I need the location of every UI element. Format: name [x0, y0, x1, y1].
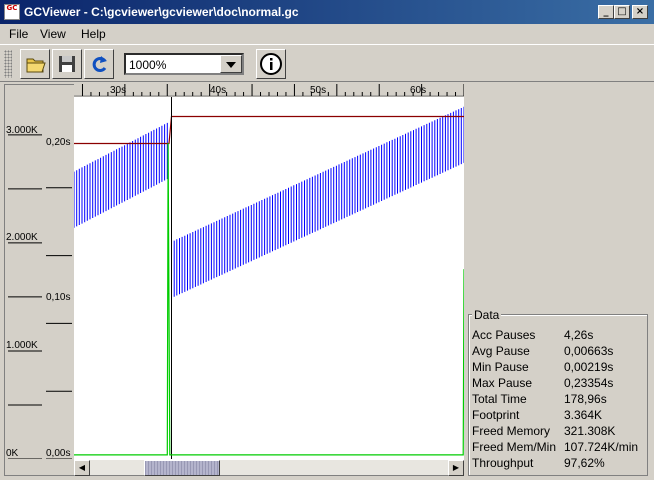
data-row: Freed Memory 321.308K [472, 424, 648, 440]
window-title: GCViewer - C:\gcviewer\gcviewer\doc\norm… [24, 5, 299, 19]
data-panel: Data Acc Pauses 4,26s Avg Pause 0,00663s Min… [468, 308, 648, 476]
toolbar: 1000% [0, 44, 654, 82]
memory-tick-label: 2.000K [6, 232, 38, 243]
pause-tick-label: 0,10s [46, 292, 71, 303]
data-row-key: Throughput [472, 456, 534, 470]
app-icon: GC [4, 4, 20, 20]
minimize-button[interactable]: _ [598, 5, 614, 19]
scroll-left-icon[interactable]: ◀ [74, 460, 90, 476]
data-row-key: Footprint [472, 408, 520, 422]
heap-usage-line [73, 106, 465, 298]
horizontal-scrollbar[interactable]: ◀ ▶ [74, 459, 464, 476]
save-button[interactable] [52, 49, 82, 79]
gc-chart-svg [73, 97, 465, 459]
data-row: Avg Pause 0,00663s [472, 344, 648, 360]
maximize-button[interactable]: □ [614, 5, 630, 19]
data-row: Freed Mem/Min 107.724K/min [472, 440, 648, 456]
data-row-value: 0,23354s [564, 376, 614, 390]
chevron-down-icon[interactable] [220, 55, 242, 73]
time-tick-label: 60s [410, 85, 427, 96]
data-row: Min Pause 0,00219s [472, 360, 648, 376]
close-button[interactable]: × [632, 5, 648, 19]
data-row: Acc Pauses 4,26s [472, 328, 648, 344]
data-row-key: Avg Pause [472, 344, 530, 358]
memory-tick-label: 1.000K [6, 340, 38, 351]
data-row-key: Total Time [472, 392, 527, 406]
data-row-value: 0,00663s [564, 344, 614, 358]
data-row-value: 4,26s [564, 328, 594, 342]
data-row-value: 321.308K [564, 424, 616, 438]
data-row-value: 3.364K [564, 408, 603, 422]
open-folder-icon [26, 58, 46, 73]
memory-tick-label: 0K [6, 448, 19, 459]
save-icon [59, 56, 75, 72]
data-row-key: Freed Memory [472, 424, 551, 438]
time-ruler [74, 84, 464, 97]
zoom-value[interactable]: 1000% [129, 58, 166, 72]
app-icon-text: GC [6, 4, 18, 12]
menu-help[interactable]: Help [81, 27, 106, 41]
about-button[interactable] [256, 49, 286, 79]
time-tick-label: 50s [310, 85, 327, 96]
pause-tick-label: 0,00s [46, 448, 71, 459]
zoom-combobox[interactable]: 1000% [124, 53, 244, 75]
data-row: Footprint 3.364K [472, 408, 648, 424]
toolbar-grip[interactable] [4, 50, 12, 78]
memory-tick-label: 3.000K [6, 125, 38, 136]
time-tick-label: 40s [210, 85, 227, 96]
menu-file[interactable]: File [9, 27, 28, 41]
refresh-icon [92, 56, 107, 72]
data-row: Max Pause 0,23354s [472, 376, 648, 392]
menu-view[interactable]: View [40, 27, 66, 41]
reload-button[interactable] [84, 49, 114, 79]
open-button[interactable] [20, 49, 50, 79]
data-panel-title: Data [472, 308, 502, 322]
data-row: Throughput 97,62% [472, 456, 648, 472]
scroll-right-icon[interactable]: ▶ [448, 460, 464, 476]
title-bar: GC GCViewer - C:\gcviewer\gcviewer\doc\n… [0, 0, 654, 24]
y-axes [8, 134, 72, 459]
data-row-key: Freed Mem/Min [472, 440, 557, 454]
data-row-value: 0,00219s [564, 360, 614, 374]
data-row: Total Time 178,96s [472, 392, 648, 408]
info-icon [260, 53, 282, 75]
data-row-value: 97,62% [564, 456, 605, 470]
gc-plot[interactable] [73, 97, 465, 459]
data-row-value: 107.724K/min [564, 440, 639, 454]
pause-tick-label: 0,20s [46, 137, 71, 148]
menu-bar: File View Help [0, 24, 654, 44]
time-tick-label: 30s [110, 85, 127, 96]
data-row-value: 178,96s [564, 392, 607, 406]
data-row-key: Max Pause [472, 376, 533, 390]
data-row-key: Acc Pauses [472, 328, 536, 342]
data-row-key: Min Pause [472, 360, 529, 374]
scroll-thumb[interactable] [144, 460, 220, 476]
